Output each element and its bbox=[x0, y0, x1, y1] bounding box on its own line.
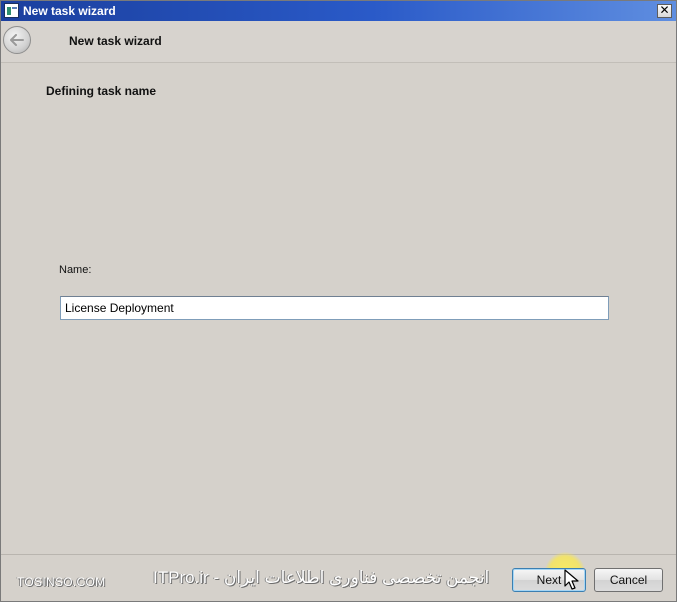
back-button[interactable] bbox=[3, 26, 31, 54]
title-bar[interactable]: New task wizard ✕ bbox=[1, 1, 676, 21]
task-name-input[interactable] bbox=[60, 296, 609, 320]
close-icon: ✕ bbox=[659, 3, 670, 17]
wizard-footer: TOSINSO.COM ITPro.ir - انجمن تخصصی فناور… bbox=[1, 552, 676, 601]
wizard-header: New task wizard bbox=[1, 21, 676, 63]
wizard-window: New task wizard ✕ New task wizard Defini… bbox=[0, 0, 677, 602]
next-button[interactable]: Next bbox=[512, 568, 586, 592]
cancel-button[interactable]: Cancel bbox=[594, 568, 663, 592]
watermark-left: TOSINSO.COM bbox=[17, 575, 106, 589]
window-title: New task wizard bbox=[23, 4, 116, 18]
app-icon bbox=[4, 3, 19, 18]
section-heading: Defining task name bbox=[46, 84, 157, 98]
name-label: Name: bbox=[59, 264, 92, 276]
watermark-center: ITPro.ir - انجمن تخصصی فناوری اطلاعات ای… bbox=[153, 568, 490, 587]
header-title: New task wizard bbox=[69, 34, 162, 48]
wizard-content: Defining task name Name: bbox=[1, 63, 676, 553]
close-button[interactable]: ✕ bbox=[657, 4, 672, 18]
back-arrow-icon bbox=[10, 34, 24, 46]
